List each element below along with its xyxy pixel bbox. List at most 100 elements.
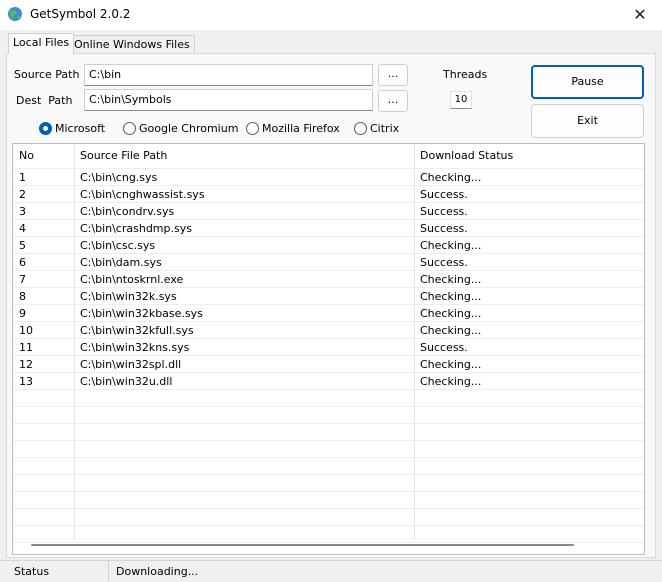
row-separator (13, 185, 644, 186)
row-separator (13, 253, 644, 254)
cell-download-status: Success. (420, 222, 468, 235)
cell-no: 4 (19, 222, 26, 235)
table-row[interactable]: 3 C:\bin\condrv.sys Success. (13, 203, 644, 220)
exit-button[interactable]: Exit (531, 104, 644, 138)
cell-source-file-path: C:\bin\dam.sys (80, 256, 162, 269)
row-separator (13, 202, 644, 203)
cell-download-status: Checking... (420, 171, 482, 184)
table-row[interactable]: 8 C:\bin\win32k.sys Checking... (13, 288, 644, 305)
window-title: GetSymbol 2.0.2 (30, 7, 131, 21)
row-separator (13, 440, 644, 441)
row-separator (13, 304, 644, 305)
row-separator (13, 287, 644, 288)
row-separator (13, 270, 644, 271)
horizontal-scrollbar[interactable] (31, 544, 574, 546)
status-text: Downloading... (116, 565, 199, 578)
table-row[interactable]: 13 C:\bin\win32u.dll Checking... (13, 373, 644, 390)
cell-no: 12 (19, 358, 33, 371)
cell-source-file-path: C:\bin\condrv.sys (80, 205, 175, 218)
cell-download-status: Success. (420, 205, 468, 218)
dest-path-label: Dest Path (16, 94, 73, 107)
file-list[interactable]: No Source File Path Download Status 1 C:\… (12, 143, 645, 555)
radio-dot (123, 122, 136, 135)
row-separator (13, 457, 644, 458)
cell-no: 10 (19, 324, 33, 337)
cell-source-file-path: C:\bin\win32u.dll (80, 375, 173, 388)
source-browse-button[interactable]: ... (378, 64, 408, 86)
cell-download-status: Checking... (420, 324, 482, 337)
dest-path-input[interactable]: C:\bin\Symbols (84, 89, 373, 111)
table-row[interactable]: 7 C:\bin\ntoskrnl.exe Checking... (13, 271, 644, 288)
row-separator (13, 474, 644, 475)
row-separator (13, 525, 644, 526)
radio-label: Microsoft (55, 122, 106, 135)
cell-source-file-path: C:\bin\cnghwassist.sys (80, 188, 205, 201)
table-row[interactable]: 11 C:\bin\win32kns.sys Success. (13, 339, 644, 356)
row-separator (13, 372, 644, 373)
title-bar: GetSymbol 2.0.2 ✕ (0, 0, 662, 30)
row-separator (13, 168, 644, 169)
row-separator (13, 389, 644, 390)
tab-online-windows-files[interactable]: Online Windows Files (69, 35, 195, 54)
table-row[interactable]: 12 C:\bin\win32spl.dll Checking... (13, 356, 644, 373)
row-separator (13, 423, 644, 424)
pause-button[interactable]: Pause (531, 65, 644, 99)
cell-source-file-path: C:\bin\crashdmp.sys (80, 222, 192, 235)
tab-local-files[interactable]: Local Files (8, 33, 75, 54)
cell-no: 9 (19, 307, 26, 320)
row-separator (13, 406, 644, 407)
column-header-source-file-path[interactable]: Source File Path (74, 144, 414, 168)
cell-download-status: Checking... (420, 358, 482, 371)
cell-no: 13 (19, 375, 33, 388)
close-button[interactable]: ✕ (618, 0, 662, 30)
column-header-download-status[interactable]: Download Status (414, 144, 644, 168)
cell-download-status: Success. (420, 256, 468, 269)
cell-download-status: Checking... (420, 290, 482, 303)
source-path-input[interactable]: C:\bin (84, 64, 373, 86)
row-separator (13, 542, 644, 543)
cell-no: 1 (19, 171, 26, 184)
cell-no: 2 (19, 188, 26, 201)
cell-no: 3 (19, 205, 26, 218)
dest-browse-button[interactable]: ... (378, 90, 408, 112)
status-divider (108, 561, 109, 582)
tab-label: Local Files (13, 36, 70, 49)
table-row[interactable]: 4 C:\bin\crashdmp.sys Success. (13, 220, 644, 237)
cell-no: 7 (19, 273, 26, 286)
table-row[interactable]: 2 C:\bin\cnghwassist.sys Success. (13, 186, 644, 203)
cell-download-status: Success. (420, 188, 468, 201)
cell-download-status: Success. (420, 341, 468, 354)
radio-label: Google Chromium (139, 122, 239, 135)
table-row[interactable]: 1 C:\bin\cng.sys Checking... (13, 169, 644, 186)
cell-source-file-path: C:\bin\csc.sys (80, 239, 156, 252)
radio-dot (354, 122, 367, 135)
cell-source-file-path: C:\bin\win32kns.sys (80, 341, 190, 354)
column-header-no[interactable]: No (13, 144, 74, 168)
cell-download-status: Checking... (420, 273, 482, 286)
source-path-label: Source Path (14, 68, 80, 81)
status-label: Status (14, 565, 50, 578)
cell-no: 6 (19, 256, 26, 269)
cell-source-file-path: C:\bin\win32k.sys (80, 290, 177, 303)
cell-no: 5 (19, 239, 26, 252)
row-separator (13, 321, 644, 322)
threads-input[interactable]: 10 (450, 91, 472, 109)
cell-download-status: Checking... (420, 239, 482, 252)
radio-label: Citrix (370, 122, 400, 135)
table-row[interactable]: 10 C:\bin\win32kfull.sys Checking... (13, 322, 644, 339)
row-separator (13, 236, 644, 237)
row-separator (13, 491, 644, 492)
table-row[interactable]: 6 C:\bin\dam.sys Success. (13, 254, 644, 271)
cell-source-file-path: C:\bin\ntoskrnl.exe (80, 273, 184, 286)
row-separator (13, 355, 644, 356)
cell-no: 11 (19, 341, 33, 354)
cell-no: 8 (19, 290, 26, 303)
row-separator (13, 338, 644, 339)
cell-download-status: Checking... (420, 307, 482, 320)
globe-icon (8, 7, 22, 21)
cell-source-file-path: C:\bin\cng.sys (80, 171, 158, 184)
cell-download-status: Checking... (420, 375, 482, 388)
table-row[interactable]: 5 C:\bin\csc.sys Checking... (13, 237, 644, 254)
table-row[interactable]: 9 C:\bin\win32kbase.sys Checking... (13, 305, 644, 322)
row-separator (13, 508, 644, 509)
